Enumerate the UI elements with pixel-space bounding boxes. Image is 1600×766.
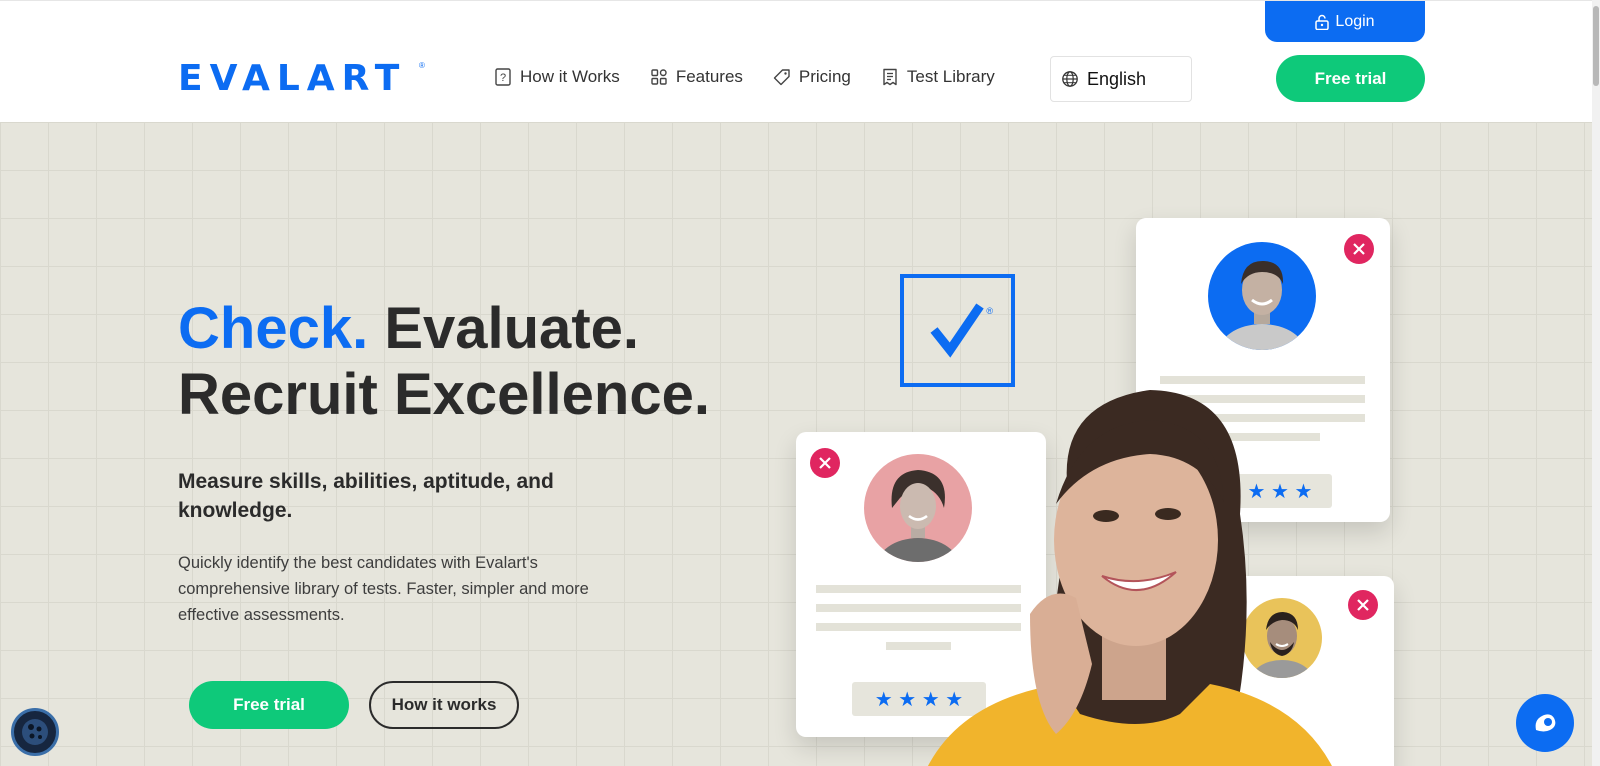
globe-icon — [1062, 71, 1078, 87]
document-list-icon — [883, 68, 897, 86]
grid-icon — [651, 69, 667, 85]
scrollbar-thumb[interactable] — [1593, 6, 1599, 86]
reject-close-icon[interactable] — [1344, 234, 1374, 264]
main-nav: ? How it Works Features Pricing Test Lib… — [494, 67, 995, 87]
language-selector[interactable]: English — [1050, 56, 1192, 102]
page-scrollbar[interactable] — [1592, 0, 1600, 766]
login-button[interactable]: Login — [1265, 1, 1425, 42]
hero-how-it-works-button[interactable]: How it works — [369, 681, 519, 729]
nav-features[interactable]: Features — [650, 67, 743, 87]
login-label: Login — [1335, 12, 1375, 30]
smiling-woman-image — [928, 390, 1332, 766]
candidate-avatar-man — [1208, 242, 1316, 350]
nav-test-library-label: Test Library — [906, 67, 995, 86]
reject-close-icon[interactable] — [810, 448, 840, 478]
hero-subhead: Measure skills, abilities, aptitude, and… — [178, 470, 554, 522]
hero-free-trial-button[interactable]: Free trial — [189, 681, 349, 729]
svg-text:?: ? — [500, 72, 506, 84]
nav-pricing-label: Pricing — [798, 67, 851, 86]
badge-registered-mark: ® — [986, 306, 993, 316]
nav-pricing[interactable]: Pricing — [773, 67, 851, 87]
nav-how-it-works-label: How it Works — [520, 67, 620, 86]
site-header: EVALART ® ? How it Works Features Pricin… — [0, 0, 1592, 122]
chat-icon — [1535, 714, 1556, 732]
tag-icon — [773, 69, 790, 86]
question-doc-icon: ? — [495, 68, 511, 86]
nav-how-it-works[interactable]: ? How it Works — [494, 67, 620, 87]
chat-widget-button[interactable] — [1516, 694, 1574, 752]
logo-registered-mark: ® — [419, 61, 425, 70]
nav-test-library[interactable]: Test Library — [881, 67, 995, 87]
hero-section: Check. Evaluate. Recruit Excellence. Mea… — [0, 122, 1592, 766]
reject-close-icon[interactable] — [1348, 590, 1378, 620]
cookie-icon — [22, 719, 48, 745]
header-free-trial-button[interactable]: Free trial — [1276, 55, 1425, 102]
headline-evaluate: Evaluate. — [368, 296, 640, 361]
lock-open-icon — [1315, 14, 1330, 30]
hero-description: Quickly identify the best candidates wit… — [178, 554, 589, 624]
cookie-settings-button[interactable] — [11, 708, 59, 756]
checkmark-badge: ® — [900, 274, 1015, 387]
headline-check: Check. — [178, 296, 369, 361]
hero-headline: Check. Evaluate. Recruit Excellence. — [178, 296, 710, 428]
evalart-logo[interactable]: EVALART — [178, 59, 406, 99]
headline-recruit: Recruit Excellence. — [178, 362, 710, 427]
language-value: English — [1087, 68, 1147, 89]
checkmark-icon — [930, 303, 984, 358]
nav-features-label: Features — [675, 67, 743, 86]
